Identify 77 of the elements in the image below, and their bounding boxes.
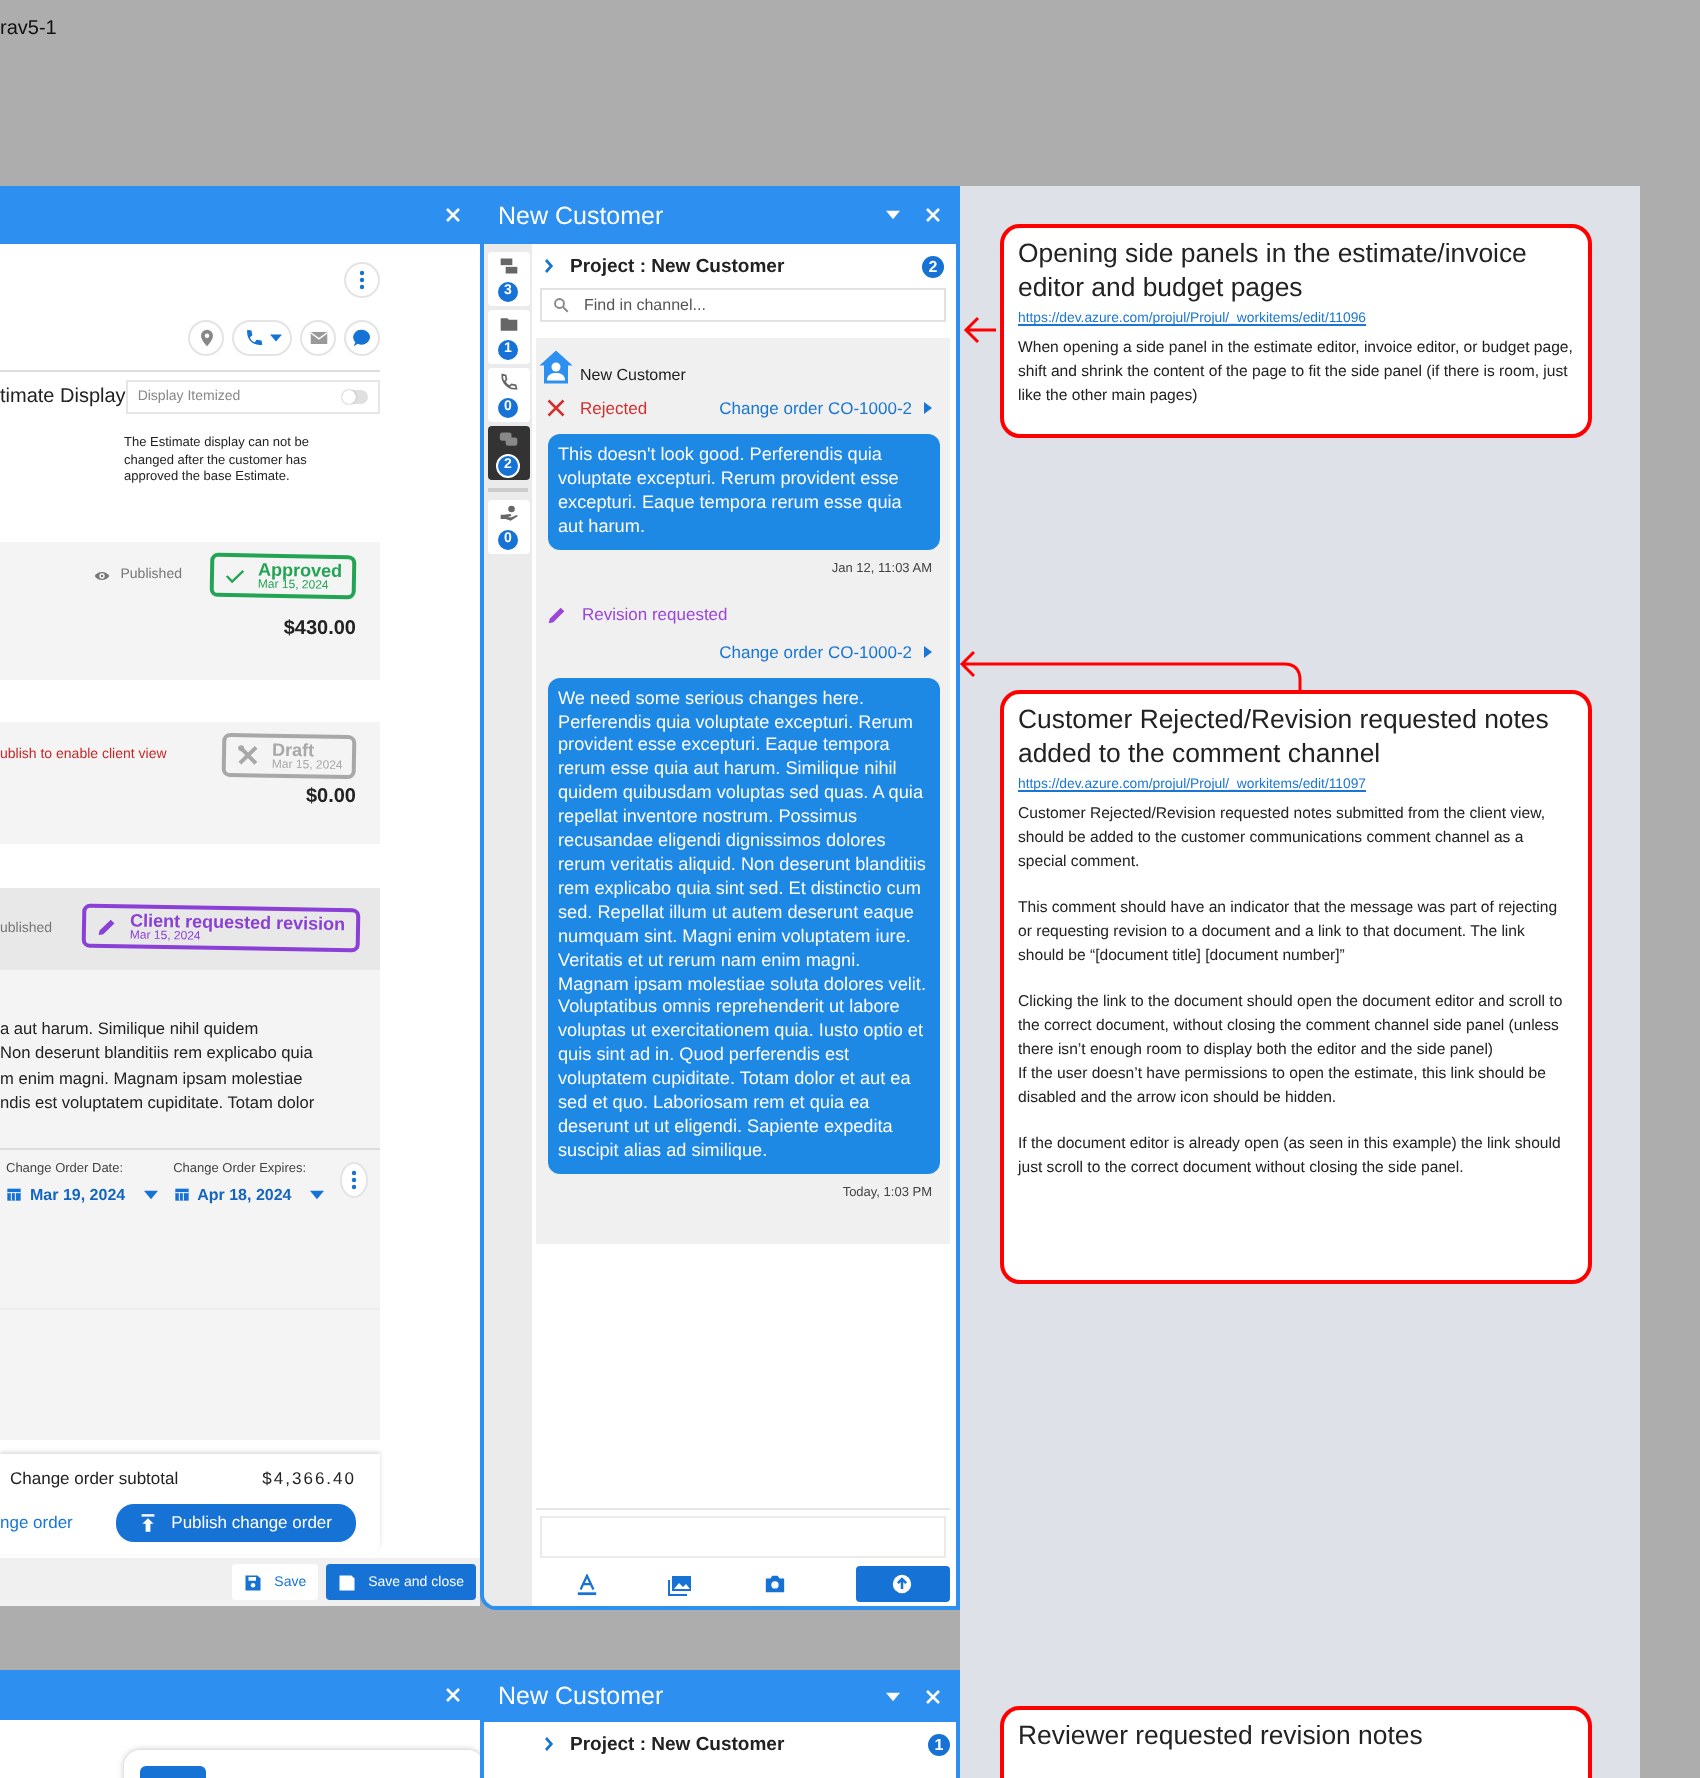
description-line: ndis est voluptatem cupiditate. Totam dolor: [0, 1090, 317, 1115]
more-button[interactable]: [344, 262, 380, 298]
description-line: Non deserunt blanditiis rem explicabo quia: [0, 1040, 315, 1065]
text-format-icon[interactable]: [576, 1573, 598, 1595]
send-button[interactable]: [855, 1566, 950, 1602]
phone-button[interactable]: [232, 320, 292, 356]
pencil-icon: [546, 603, 568, 626]
customer-house-icon: [538, 348, 574, 386]
panel-title: New Customer: [498, 201, 666, 229]
change-order-link[interactable]: nge order: [0, 1512, 73, 1532]
chevron-icon: [542, 1734, 558, 1754]
search-icon: [552, 296, 570, 314]
description-line: m enim magni. Magnam ipsam molestiae: [0, 1065, 305, 1090]
publish-button[interactable]: Publish change order: [115, 1503, 356, 1541]
field-label: timate Display: [0, 386, 126, 408]
close-icon: [444, 206, 462, 224]
caret-icon: [309, 1189, 324, 1199]
close-icon: [924, 206, 942, 224]
count-badge: 1: [928, 1733, 950, 1755]
description-line: a aut harum. Similique nihil quidem: [0, 1015, 261, 1040]
subtotal-label: Change order subtotal: [10, 1467, 179, 1487]
close-icon: [924, 1687, 942, 1705]
note-title: Opening side panels in the estimate/invoice editor and budget pages: [1018, 238, 1529, 304]
subtotal-value: $4,366.40: [262, 1467, 356, 1487]
document-link[interactable]: Change order CO-1000-2: [719, 398, 932, 418]
mail-icon: [309, 330, 327, 346]
project-title: Project : New Customer: [570, 255, 787, 277]
note-title: Customer Rejected/Revision requested notes added to the comment channel: [1018, 704, 1551, 770]
close-button[interactable]: [444, 206, 462, 224]
caret-icon: [886, 210, 900, 220]
list-icon: [497, 255, 519, 275]
project-title: Project : New Customer: [570, 1733, 787, 1755]
date-picker[interactable]: Apr 18, 2024: [173, 1185, 324, 1203]
tools-icon: [235, 742, 260, 767]
phone-icon: [243, 328, 263, 348]
toggle-switch[interactable]: [342, 390, 368, 404]
pointer-arrow: [962, 316, 998, 344]
close-icon: [444, 1686, 462, 1704]
message-bubble: We need some serious changes here. Perferendis quia voluptate excepturi. Rerum provident esse excepturi. Eaque tempora rerum esse quia aut harum. Similique nihil quidem quibusdam voluptas sed quas. A quia repellat inventore nostrum. Possimus recusandae eligendi dignissimos dolores rerum veritatis aliquid. Non deserunt blanditiis rem explicabo quia sint sed. Et distinctio cum sed. Repellat illum ut autem deserunt eaque numquam sint. Magni enim voluptatem iure. Veritatis et ut rerum nam enim magni. Magnam ipsam molestiae soluta dolores velit. Voluptatibus omnis reprehenderit ut labore voluptas ut exercitationem quia. Iusto optio et quis sint ad in. Quod perferendis est voluptatem cupiditate. Totam dolor et aut ea sed et quo. Laboriosam rem et quia ea deserunt ut ut eligendi. Sapiente expedita suscipit alias ad similique.: [548, 677, 940, 1174]
location-pin-icon: [197, 328, 215, 348]
status-label: Rejected: [580, 398, 648, 418]
mail-button[interactable]: [300, 320, 336, 356]
x-icon: [546, 398, 566, 418]
estimate-total: $430.00: [281, 617, 356, 639]
message-bubble: This doesn't look good. Perferendis quia voluptate excepturi. Rerum provident esse excepturi. Eaque tempora rerum esse quia aut harum.: [548, 434, 940, 550]
frame-label: rav5-1: [0, 18, 57, 40]
image-icon[interactable]: [668, 1573, 693, 1595]
note-title: Reviewer requested revision notes: [1018, 1720, 1425, 1753]
more-button[interactable]: [339, 1161, 368, 1197]
caret-icon: [886, 1691, 900, 1701]
hand-coin-icon: [497, 503, 519, 523]
calendar-icon: [173, 1186, 190, 1202]
panel-title: New Customer: [498, 1682, 666, 1710]
sender-name: New Customer: [580, 366, 686, 384]
camera-icon[interactable]: [763, 1574, 786, 1594]
chevron-icon: [542, 256, 558, 276]
estimate-total: $0.00: [303, 785, 356, 807]
count-badge: 2: [922, 255, 944, 277]
caret-icon: [269, 334, 281, 342]
arrow-icon: [924, 645, 932, 658]
folder-icon: [497, 313, 519, 333]
date-picker[interactable]: Mar 19, 2024: [6, 1185, 158, 1203]
document-link[interactable]: Change order CO-1000-2: [719, 641, 932, 662]
chat-icon: [352, 328, 372, 348]
arrow-icon: [924, 402, 932, 414]
location-button[interactable]: [188, 320, 224, 356]
chat-button[interactable]: [344, 320, 380, 356]
search-field[interactable]: Find in channel...: [540, 288, 946, 322]
upload-icon: [139, 1513, 156, 1531]
upload-icon: [892, 1574, 913, 1594]
caret-icon: [143, 1189, 158, 1199]
chat-icon: [497, 429, 519, 449]
phone-icon: [497, 371, 519, 391]
status-label: Revision requested: [582, 604, 728, 625]
pencil-icon: [96, 914, 120, 938]
eye-icon: [92, 567, 113, 583]
calendar-icon: [6, 1186, 22, 1202]
